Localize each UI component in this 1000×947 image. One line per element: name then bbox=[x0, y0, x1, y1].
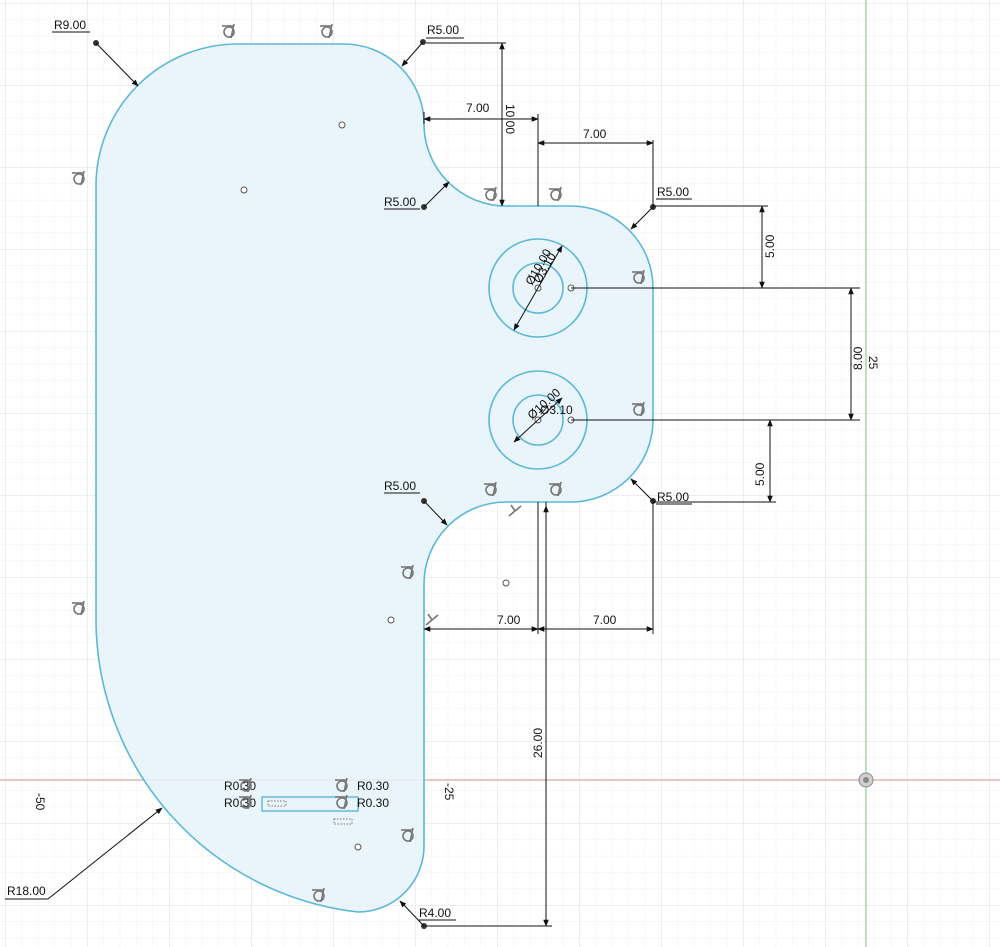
radius-dim-inner-upper-label[interactable]: R5.00 bbox=[384, 195, 416, 209]
axis-label-x-neg25: -25 bbox=[442, 783, 456, 801]
radius-dim-r4-label[interactable]: R4.00 bbox=[419, 906, 451, 920]
axis-label-x-neg50: -50 bbox=[33, 793, 47, 811]
linear-dim-7-bottom-left[interactable]: 7.00 bbox=[497, 613, 521, 627]
radius-dim-r9-label[interactable]: R9.00 bbox=[54, 18, 86, 32]
linear-dim-8[interactable]: 8.00 bbox=[851, 346, 865, 370]
radius-dim-inner-lower-label[interactable]: R5.00 bbox=[384, 479, 416, 493]
sketch-point[interactable] bbox=[502, 579, 510, 587]
linear-dim-7-top-right[interactable]: 7.00 bbox=[583, 127, 607, 141]
linear-dim-10[interactable]: 10.00 bbox=[503, 104, 517, 134]
sketch-point[interactable] bbox=[387, 616, 395, 624]
sketch-point[interactable] bbox=[338, 121, 346, 129]
radius-dim-right-upper-label[interactable]: R5.00 bbox=[657, 185, 689, 199]
sketch-canvas[interactable]: -50 -25 25 Ø10.00 Ø3.10 Ø10.00 Ø3.10 R0.… bbox=[0, 0, 1000, 947]
radius-dim-top-right-label[interactable]: R5.00 bbox=[427, 23, 459, 37]
sketch-point[interactable] bbox=[240, 186, 248, 194]
slot-dim-r3[interactable]: R0.30 bbox=[357, 779, 389, 793]
diameter-dim-lower-small[interactable]: Ø3.10 bbox=[540, 403, 573, 417]
linear-dim-7-bottom-right[interactable]: 7.00 bbox=[593, 613, 617, 627]
linear-dim-5-lower[interactable]: 5.00 bbox=[753, 462, 767, 486]
radius-dim-r18-label[interactable]: R18.00 bbox=[7, 884, 46, 898]
linear-dim-5-upper[interactable]: 5.00 bbox=[763, 234, 777, 258]
axis-label-y-25: 25 bbox=[866, 356, 880, 370]
origin-icon[interactable] bbox=[858, 772, 874, 788]
linear-dim-26[interactable]: 26.00 bbox=[531, 728, 545, 758]
sketch-point[interactable] bbox=[354, 843, 362, 851]
slot-dim-r4[interactable]: R0.30 bbox=[357, 796, 389, 810]
linear-dim-7-top-left[interactable]: 7.00 bbox=[466, 101, 490, 115]
